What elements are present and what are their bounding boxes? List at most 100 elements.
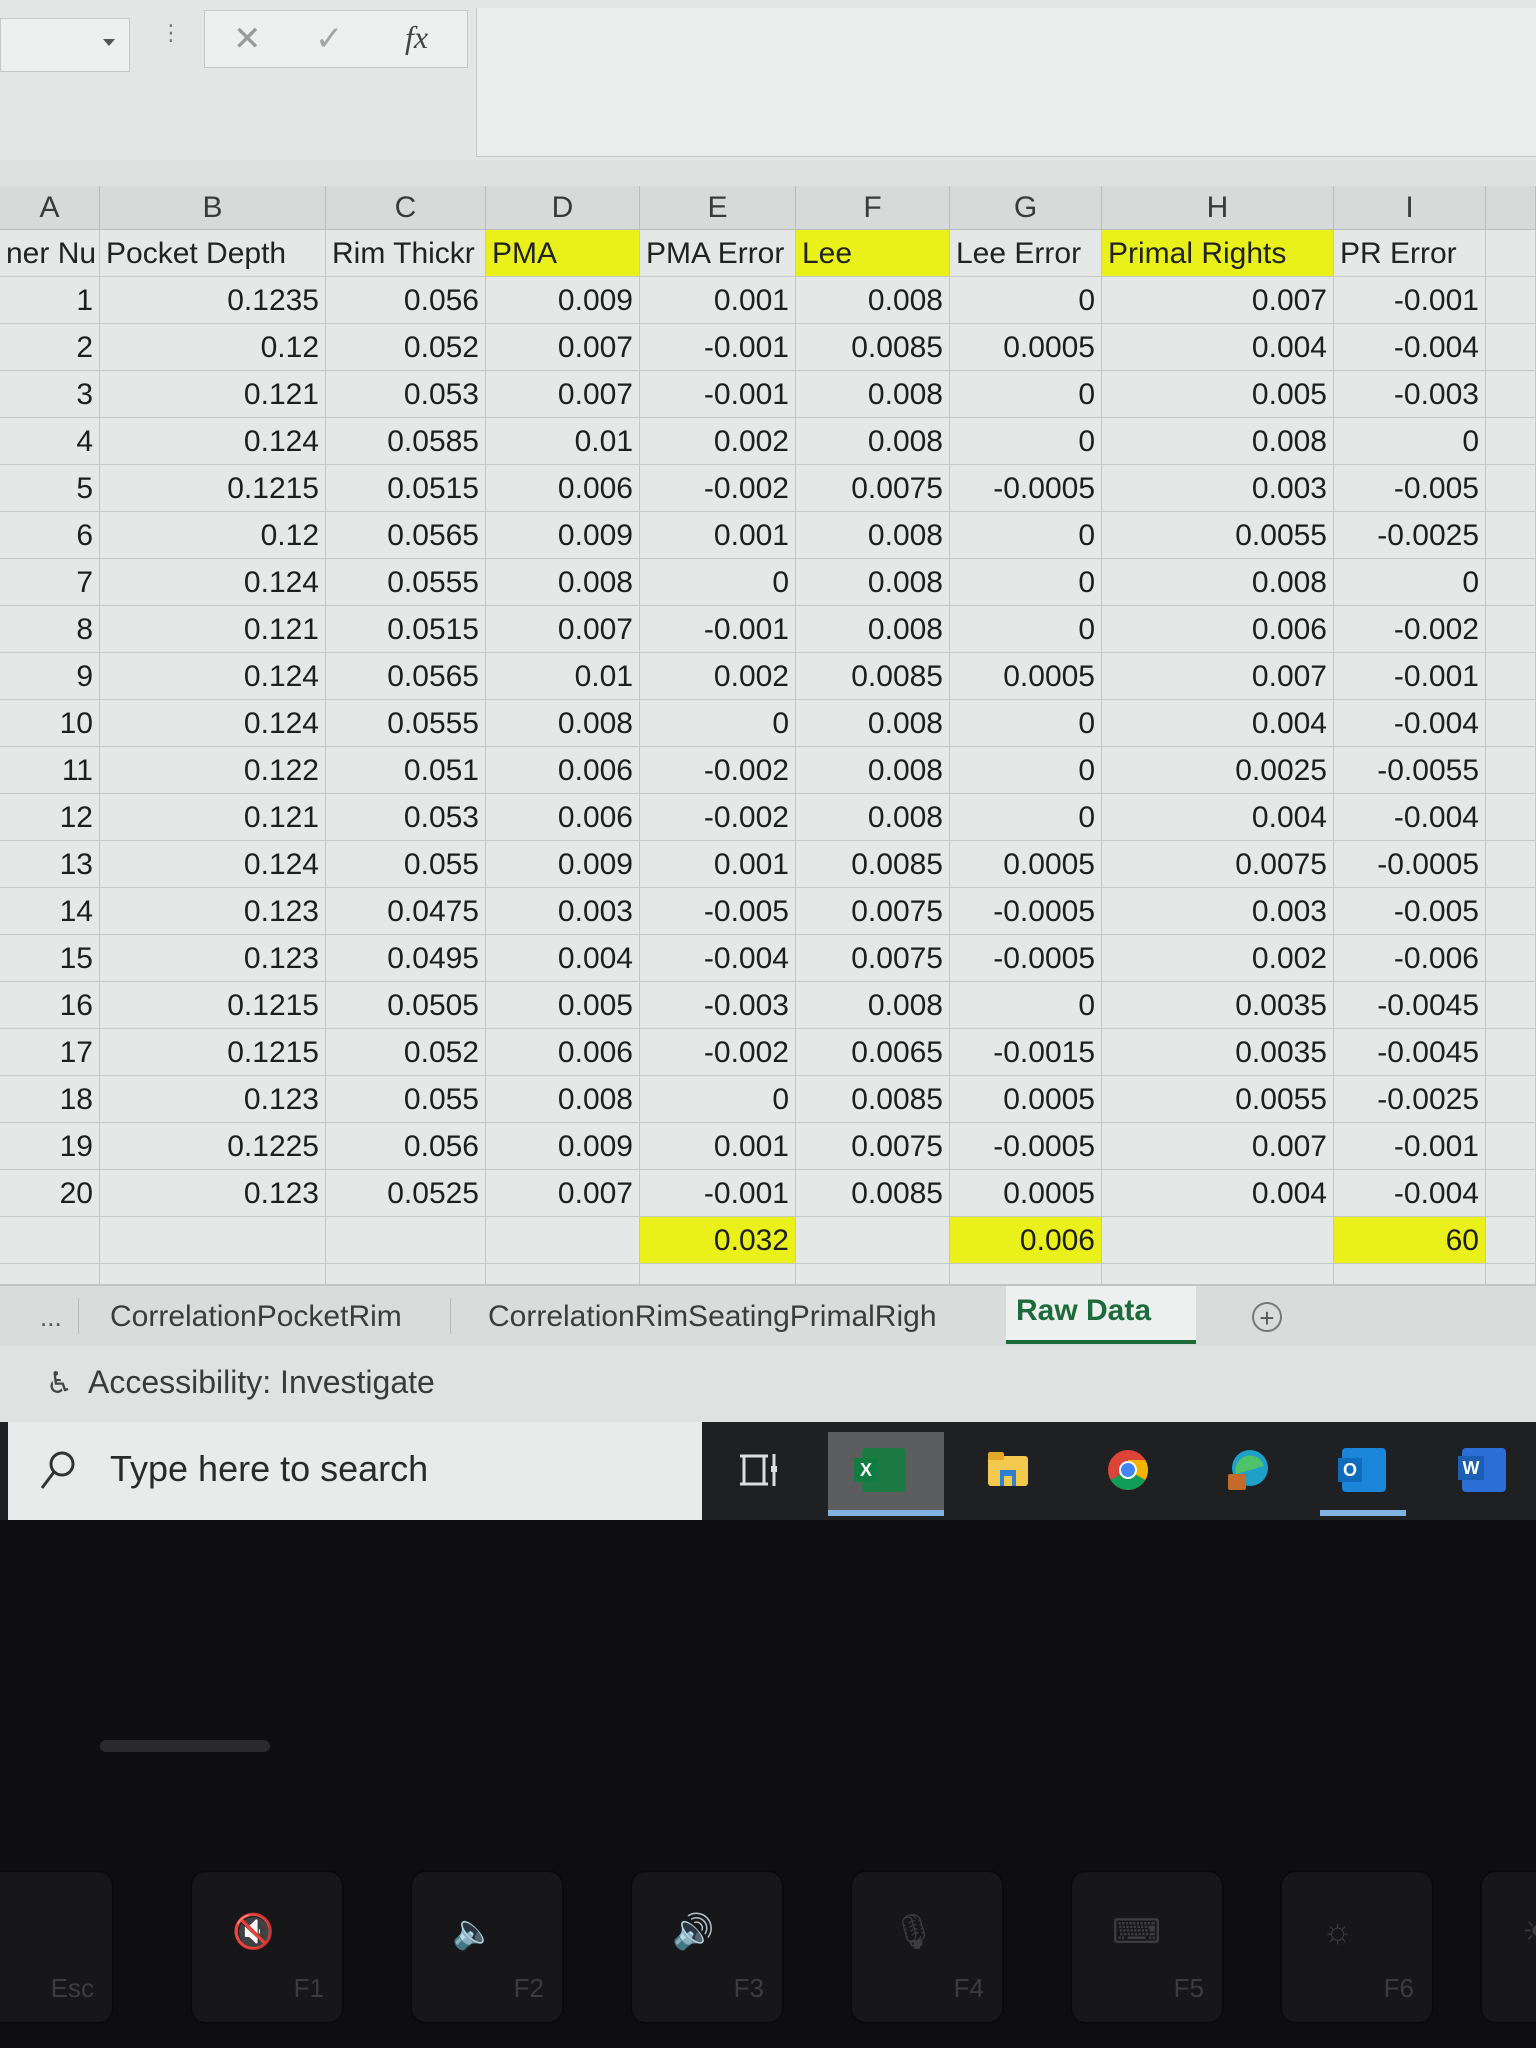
cell[interactable] [486,1217,640,1264]
data-cell[interactable]: 0.001 [640,841,796,888]
data-cell[interactable]: 0.0055 [1102,1076,1334,1123]
data-cell[interactable]: 0.0005 [950,841,1102,888]
data-cell[interactable]: 0.0035 [1102,1029,1334,1076]
data-cell[interactable]: 0.004 [1102,700,1334,747]
data-cell[interactable]: 0.0475 [326,888,486,935]
row-number-cell[interactable]: 10 [0,700,100,747]
cell[interactable] [1486,606,1536,653]
row-number-cell[interactable]: 7 [0,559,100,606]
data-cell[interactable]: 0.008 [1102,559,1334,606]
cell[interactable] [1486,794,1536,841]
cell[interactable] [1486,747,1536,794]
data-cell[interactable]: 0.008 [796,559,950,606]
data-cell[interactable]: 0.005 [486,982,640,1029]
data-cell[interactable]: 0.056 [326,277,486,324]
cell[interactable] [1486,418,1536,465]
data-cell[interactable]: 0.124 [100,559,326,606]
tab-raw-data[interactable]: Raw Data [1006,1286,1196,1344]
total-cell[interactable]: 0.006 [950,1217,1102,1264]
data-cell[interactable]: 0.124 [100,841,326,888]
data-cell[interactable]: -0.0005 [1334,841,1486,888]
data-cell[interactable]: 0.006 [1102,606,1334,653]
data-cell[interactable]: 0.001 [640,1123,796,1170]
data-cell[interactable]: 0.0585 [326,418,486,465]
data-cell[interactable]: 0.122 [100,747,326,794]
data-cell[interactable]: 0.0075 [1102,841,1334,888]
data-cell[interactable]: 0.0075 [796,935,950,982]
data-cell[interactable]: 0.0085 [796,1076,950,1123]
data-cell[interactable]: 0.001 [640,512,796,559]
header-cell[interactable]: Lee [796,230,950,277]
data-cell[interactable]: -0.002 [640,747,796,794]
data-cell[interactable]: 0.007 [1102,277,1334,324]
data-cell[interactable]: 0.007 [486,606,640,653]
data-cell[interactable]: -0.001 [1334,1123,1486,1170]
tab-correlation-rim-seating[interactable]: CorrelationRimSeatingPrimalRigh [478,1292,947,1342]
data-cell[interactable]: -0.002 [640,465,796,512]
data-cell[interactable]: 0.0075 [796,888,950,935]
row-number-cell[interactable]: 13 [0,841,100,888]
cell[interactable] [1486,1076,1536,1123]
data-cell[interactable]: 0 [640,700,796,747]
data-cell[interactable]: 0.006 [486,465,640,512]
column-header-e[interactable]: E [640,186,796,230]
total-cell[interactable]: 0.032 [640,1217,796,1264]
data-cell[interactable]: 0.055 [326,1076,486,1123]
data-cell[interactable]: 0.124 [100,700,326,747]
data-cell[interactable]: 0.0525 [326,1170,486,1217]
data-cell[interactable]: 0.0085 [796,841,950,888]
more-options-icon[interactable]: ⋮ [160,22,182,44]
cell[interactable] [1486,324,1536,371]
data-cell[interactable]: 0.008 [1102,418,1334,465]
cell[interactable] [1486,1170,1536,1217]
header-cell[interactable]: Pocket Depth [100,230,326,277]
data-cell[interactable]: 0 [950,418,1102,465]
data-cell[interactable]: -0.0055 [1334,747,1486,794]
data-cell[interactable]: 0.0055 [1102,512,1334,559]
data-cell[interactable]: -0.001 [640,371,796,418]
cell[interactable] [1486,371,1536,418]
data-cell[interactable]: 0 [950,559,1102,606]
cell[interactable] [796,1217,950,1264]
data-cell[interactable]: 0.008 [796,512,950,559]
data-cell[interactable]: 0.0555 [326,700,486,747]
data-cell[interactable]: 0.002 [640,418,796,465]
data-cell[interactable]: -0.001 [1334,277,1486,324]
data-cell[interactable]: 0 [950,606,1102,653]
data-cell[interactable]: 0.1215 [100,465,326,512]
header-cell[interactable]: ner Nu [0,230,100,277]
data-cell[interactable]: -0.002 [640,794,796,841]
row-number-cell[interactable]: 16 [0,982,100,1029]
data-cell[interactable]: -0.004 [640,935,796,982]
header-cell[interactable]: Rim Thickr [326,230,486,277]
more-sheets-button[interactable]: ... [30,1292,72,1342]
data-cell[interactable]: 0 [950,747,1102,794]
data-cell[interactable]: -0.001 [1334,653,1486,700]
task-view-button[interactable] [714,1432,800,1510]
tab-correlation-pocket-rim[interactable]: CorrelationPocketRim [100,1292,412,1342]
cell[interactable] [1486,1123,1536,1170]
taskbar-file-explorer[interactable] [964,1432,1050,1510]
column-header-h[interactable]: H [1102,186,1334,230]
data-cell[interactable]: 0.003 [486,888,640,935]
data-cell[interactable]: 0.008 [796,418,950,465]
data-cell[interactable]: 0.002 [640,653,796,700]
accessibility-status[interactable]: ♿ Accessibility: Investigate [46,1364,435,1401]
row-number-cell[interactable]: 19 [0,1123,100,1170]
data-cell[interactable]: 0.123 [100,888,326,935]
data-cell[interactable]: 0.003 [1102,888,1334,935]
formula-input[interactable] [476,8,1536,157]
data-cell[interactable]: 0 [950,371,1102,418]
column-header-c[interactable]: C [326,186,486,230]
data-cell[interactable]: 0.0075 [796,465,950,512]
data-cell[interactable]: 0.0065 [796,1029,950,1076]
header-cell[interactable]: PR Error [1334,230,1486,277]
header-cell[interactable]: PMA Error [640,230,796,277]
row-number-cell[interactable]: 17 [0,1029,100,1076]
cell[interactable] [1486,1217,1536,1264]
data-cell[interactable]: 0.12 [100,324,326,371]
data-cell[interactable]: 0.004 [486,935,640,982]
data-cell[interactable]: -0.0005 [950,1123,1102,1170]
data-cell[interactable]: 0.124 [100,418,326,465]
data-cell[interactable]: 0.0495 [326,935,486,982]
